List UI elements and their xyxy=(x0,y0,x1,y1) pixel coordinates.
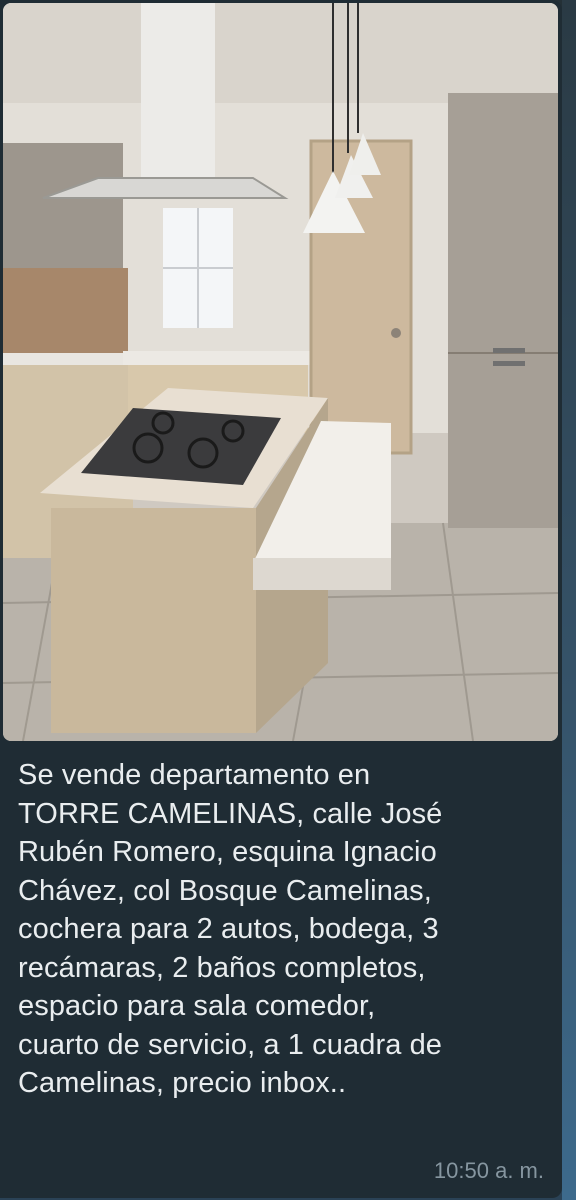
chat-wallpaper-edge xyxy=(562,0,576,1200)
kitchen-photo-image xyxy=(3,3,558,741)
message-text: Se vende departamento en TORRE CAMELINAS… xyxy=(18,759,443,1099)
message-timestamp: 10:50 a. m. xyxy=(433,1158,544,1183)
kitchen-photo[interactable] xyxy=(3,3,558,741)
message-bubble[interactable]: Se vende departamento en TORRE CAMELINAS… xyxy=(0,0,562,1198)
